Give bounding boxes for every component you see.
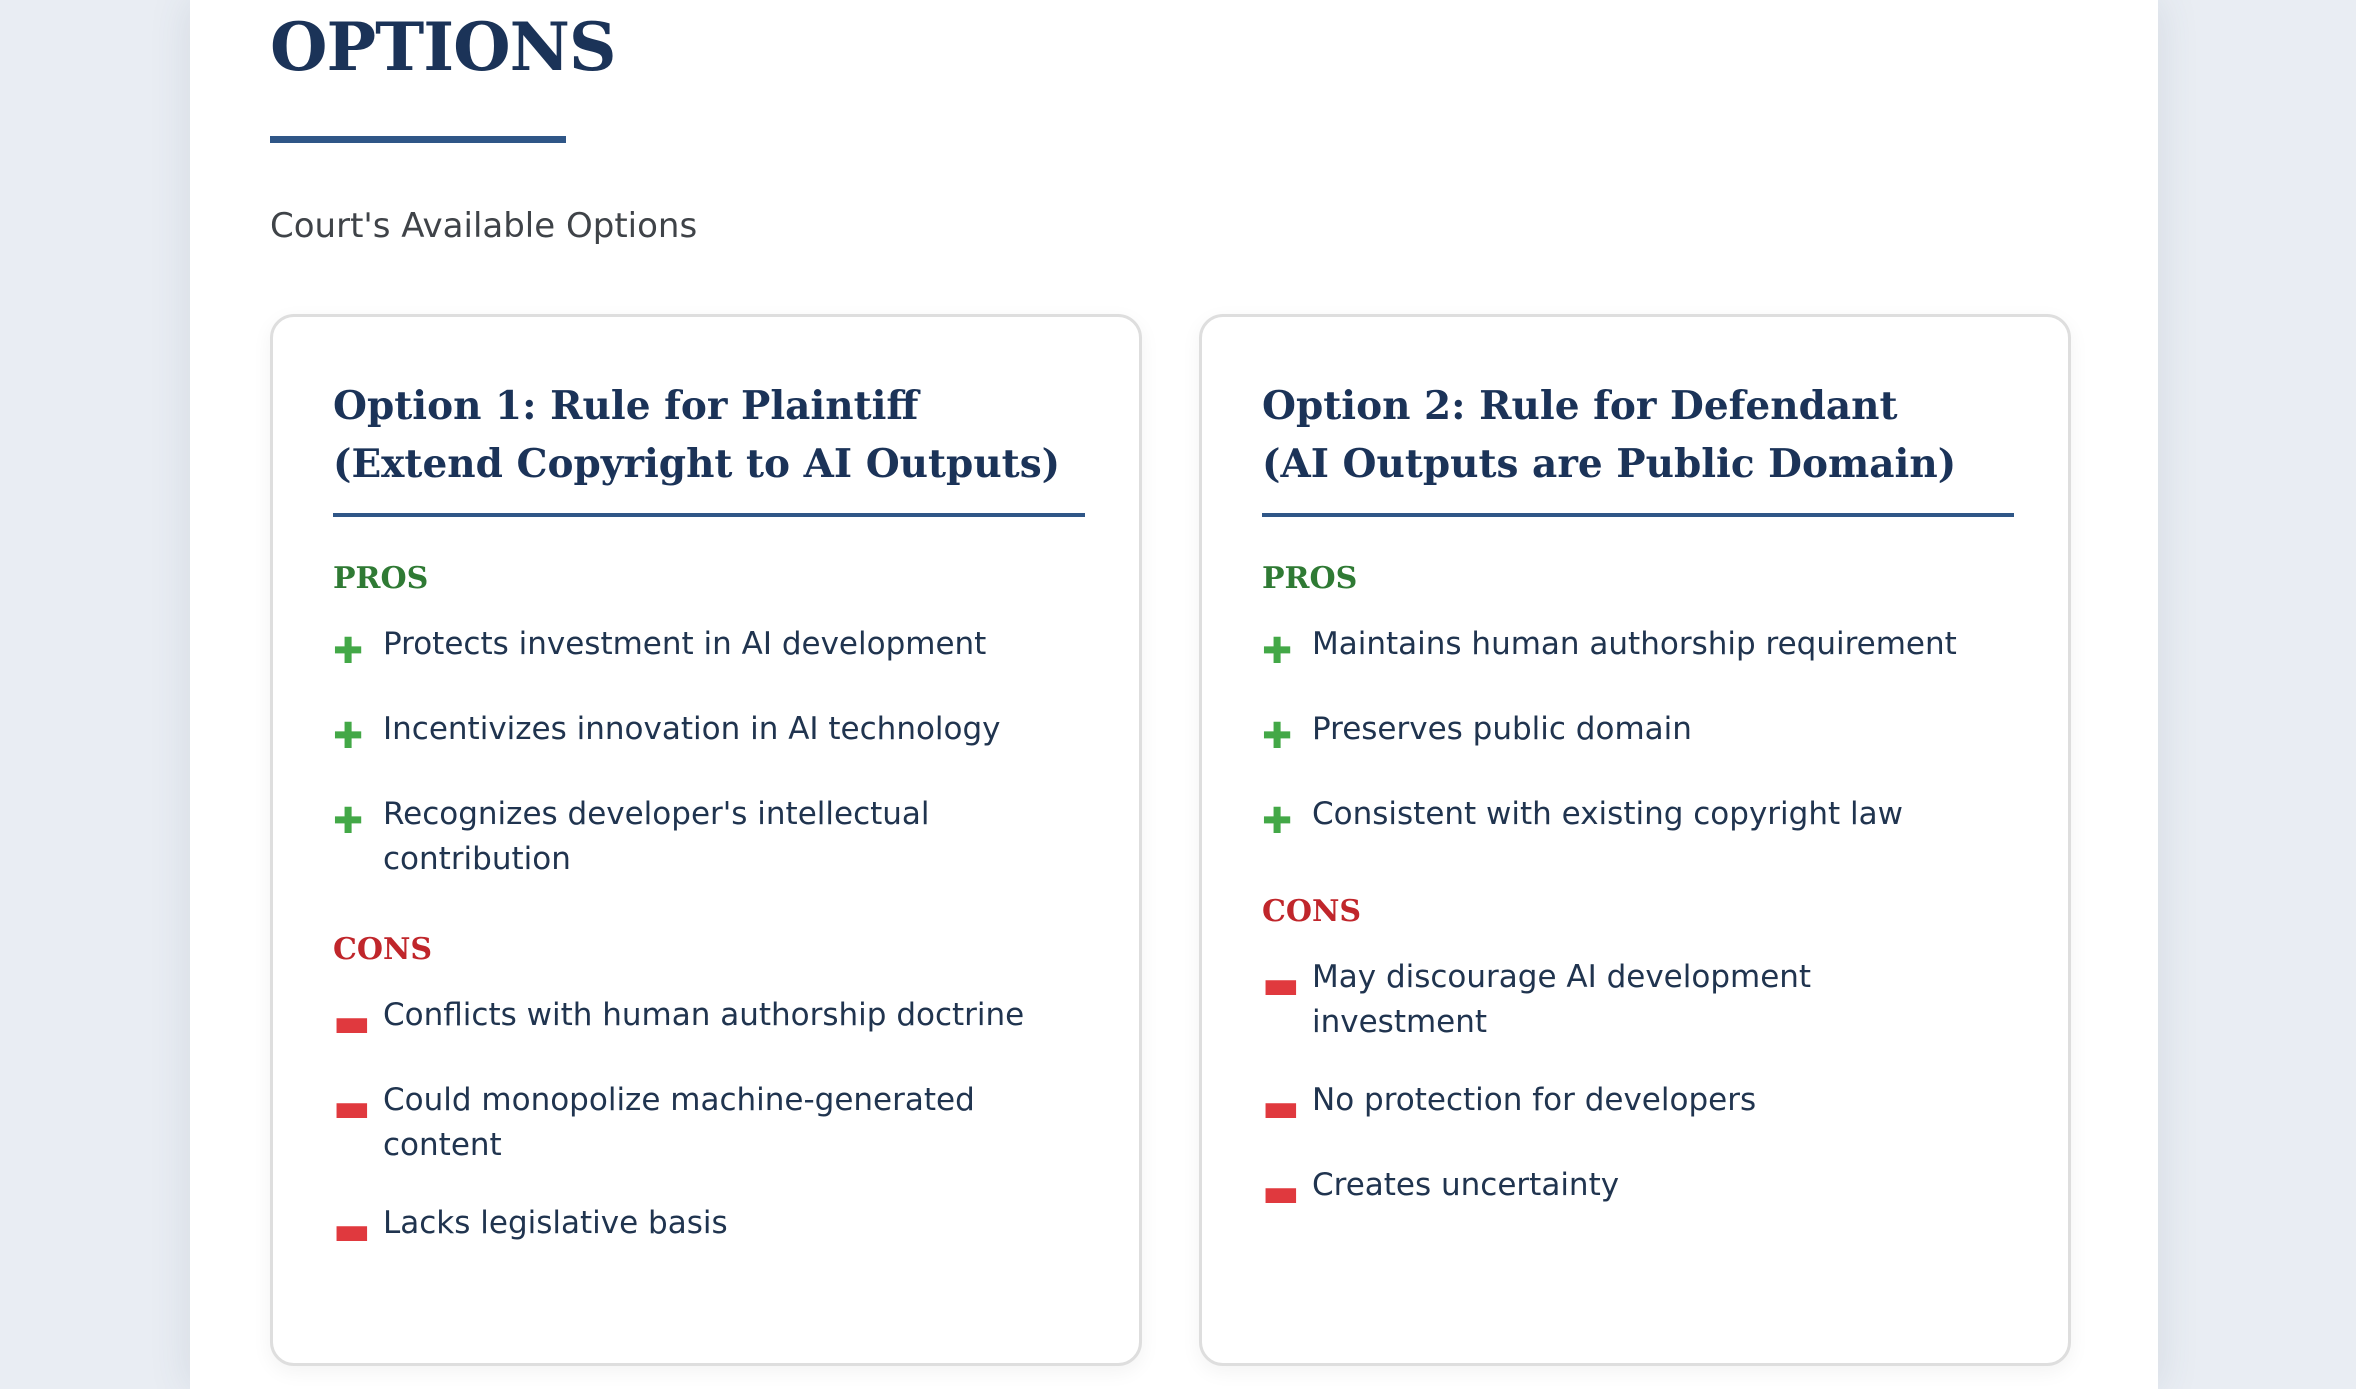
pros-heading: PROS — [333, 561, 429, 596]
option-title-line: Option 2: Rule for Defendant — [1262, 383, 1898, 429]
con-item-text: Lacks legislative basis — [383, 1205, 728, 1241]
plus-icon: ✚ — [333, 801, 364, 842]
con-item: ▬ Lacks legislative basis — [333, 1201, 1079, 1253]
minus-icon: ▬ — [333, 1085, 371, 1131]
pro-item: ✚ Maintains human authorship requirement — [1262, 622, 2008, 674]
con-item: ▬ Creates uncertainty — [1262, 1163, 2008, 1215]
document-page: OPTIONS Court's Available Options Option… — [190, 0, 2158, 1389]
plus-icon: ✚ — [1262, 716, 1293, 757]
con-item-text: May discourage AI development investment — [1312, 959, 1812, 1040]
pro-item-text: Maintains human authorship requirement — [1312, 626, 1957, 662]
con-item: ▬ Could monopolize machine-generated con… — [333, 1078, 1079, 1168]
plus-icon: ✚ — [1262, 631, 1293, 672]
option-title-rule — [1262, 513, 2014, 517]
con-item-text: Creates uncertainty — [1312, 1167, 1620, 1203]
pro-item: ✚ Protects investment in AI development — [333, 622, 1079, 674]
plus-icon: ✚ — [1262, 801, 1293, 842]
minus-icon: ▬ — [333, 1208, 371, 1254]
cons-heading: CONS — [333, 932, 433, 967]
con-item-text: Could monopolize machine-generated conte… — [383, 1082, 975, 1163]
minus-icon: ▬ — [1262, 962, 1300, 1008]
minus-icon: ▬ — [1262, 1085, 1300, 1131]
con-item-text: No protection for developers — [1312, 1082, 1757, 1118]
pro-item-text: Protects investment in AI development — [383, 626, 987, 662]
title-underline — [270, 136, 566, 143]
minus-icon: ▬ — [333, 1000, 371, 1046]
option-title-subline: (AI Outputs are Public Domain) — [1262, 441, 1957, 487]
con-item-text: Conflicts with human authorship doctrine — [383, 997, 1025, 1033]
option-title: Option 1: Rule for Plaintiff (Extend Cop… — [333, 377, 1085, 493]
pro-item-text: Consistent with existing copyright law — [1312, 796, 1903, 832]
page-subtitle: Court's Available Options — [270, 206, 698, 246]
cons-heading: CONS — [1262, 894, 1362, 929]
pro-item: ✚ Recognizes developer's intellectual co… — [333, 792, 1079, 882]
minus-icon: ▬ — [1262, 1170, 1300, 1216]
con-item: ▬ May discourage AI development investme… — [1262, 955, 2008, 1045]
option-title: Option 2: Rule for Defendant (AI Outputs… — [1262, 377, 2014, 493]
option-title-subline: (Extend Copyright to AI Outputs) — [333, 441, 1061, 487]
option-card-defendant: Option 2: Rule for Defendant (AI Outputs… — [1199, 314, 2071, 1366]
pros-heading: PROS — [1262, 561, 1358, 596]
plus-icon: ✚ — [333, 631, 364, 672]
pro-item-text: Recognizes developer's intellectual cont… — [383, 796, 930, 877]
con-item: ▬ Conflicts with human authorship doctri… — [333, 993, 1079, 1045]
pro-item: ✚ Incentivizes innovation in AI technolo… — [333, 707, 1079, 759]
option-title-line: Option 1: Rule for Plaintiff — [333, 383, 919, 429]
option-title-rule — [333, 513, 1085, 517]
page-title: OPTIONS — [270, 8, 617, 86]
plus-icon: ✚ — [333, 716, 364, 757]
pro-item: ✚ Preserves public domain — [1262, 707, 2008, 759]
pro-item-text: Incentivizes innovation in AI technology — [383, 711, 1001, 747]
con-item: ▬ No protection for developers — [1262, 1078, 2008, 1130]
pro-item: ✚ Consistent with existing copyright law — [1262, 792, 2008, 844]
pro-item-text: Preserves public domain — [1312, 711, 1692, 747]
option-card-plaintiff: Option 1: Rule for Plaintiff (Extend Cop… — [270, 314, 1142, 1366]
